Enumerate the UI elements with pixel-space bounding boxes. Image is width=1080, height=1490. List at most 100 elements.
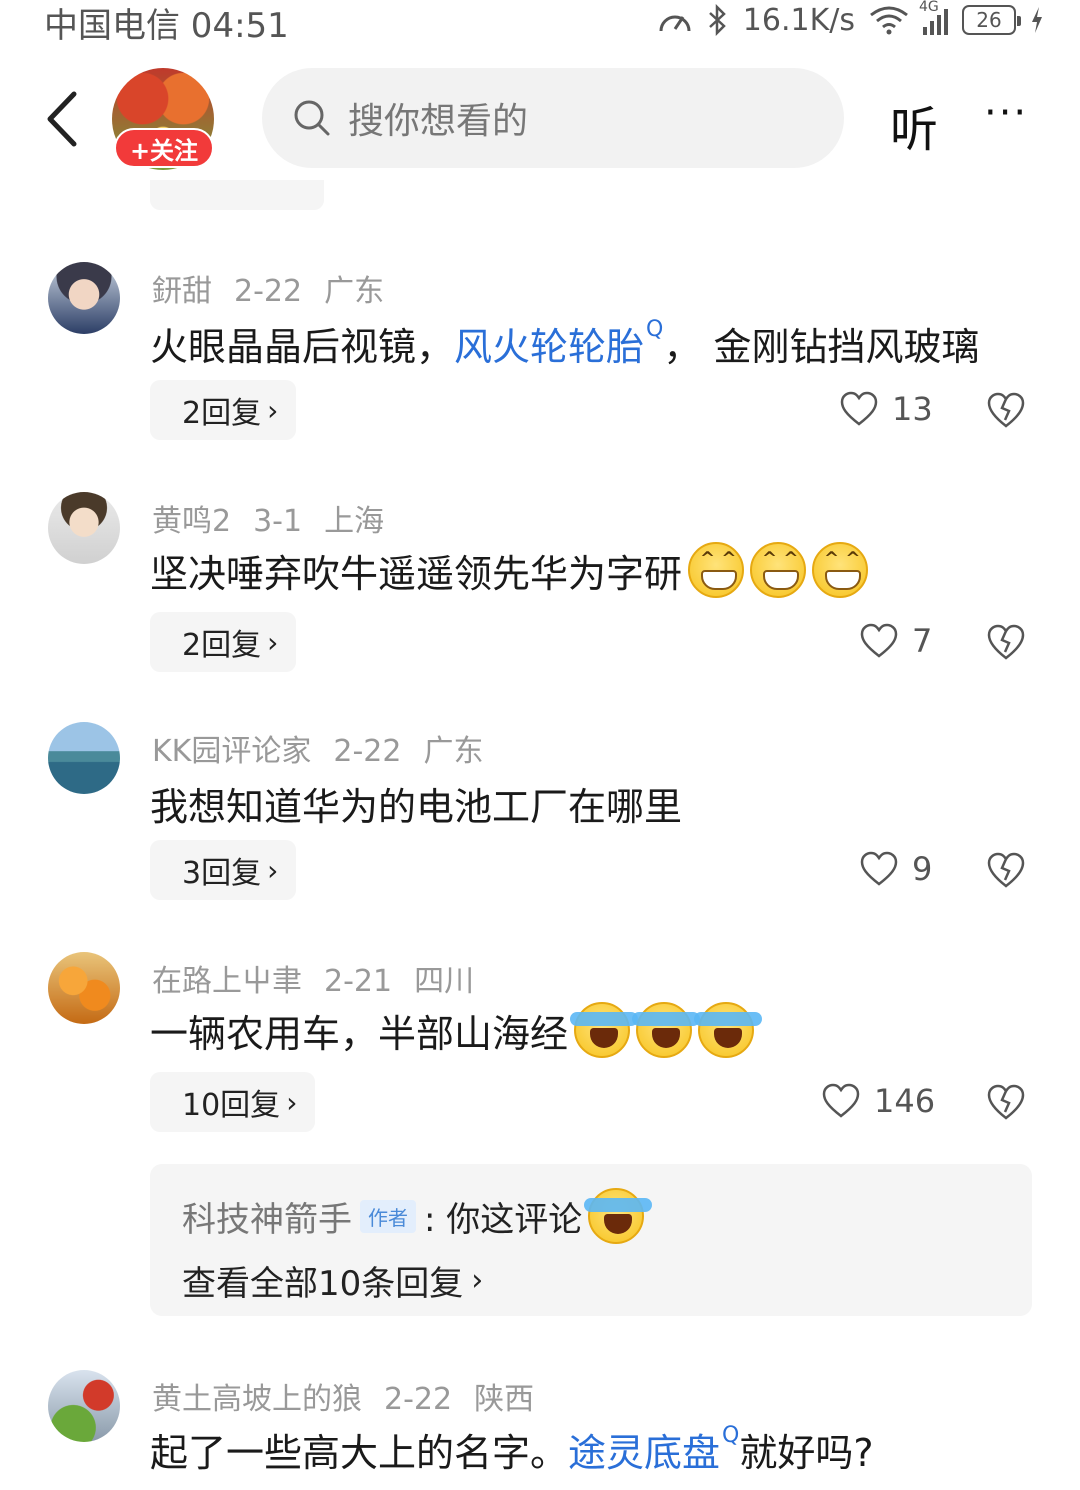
network-speed: 16.1K/s [742, 2, 855, 38]
search-icon [294, 100, 330, 136]
comment-date: 3-1 [253, 504, 303, 539]
comment-text-part: 坚决唾弃吹牛遥遥领先华为字研 [150, 551, 683, 596]
comment-text: 起了一些高大上的名字。 途灵底盘 Q 就好吗? [150, 1422, 874, 1477]
dislike-heart-icon[interactable] [986, 850, 1026, 890]
comment-text-part: 就好吗? [739, 1431, 874, 1475]
charging-icon [1032, 7, 1042, 33]
comment-text-part: 一辆农用车，半部山海经 [150, 1011, 569, 1056]
comment-meta: KK园评论家 2-22 广东 [152, 726, 505, 770]
laugh-cry-emoji-icon [694, 1002, 763, 1058]
follow-button[interactable]: +关注 [114, 128, 214, 168]
search-input[interactable]: 搜你想看的 [262, 68, 844, 168]
comment-date: 2-22 [234, 274, 303, 309]
reply-author[interactable]: 科技神箭手 [182, 1192, 352, 1241]
view-all-label: 查看全部10条回复 [182, 1264, 464, 1304]
previous-reply-chip[interactable] [150, 180, 324, 210]
avatar[interactable] [48, 952, 120, 1024]
comment-meta: 黄土高坡上的狼 2-22 陕西 [152, 1374, 556, 1418]
status-icons: 16.1K/s 4G 26 [657, 0, 1044, 40]
avatar[interactable] [48, 722, 120, 794]
replies-count: 2回复 [182, 396, 262, 431]
like-count: 7 [912, 622, 933, 660]
comment-location: 广东 [423, 734, 484, 769]
carrier-time: 中国电信 04:51 [44, 6, 289, 46]
view-all-replies-link[interactable]: 查看全部10条回复 › [182, 1256, 483, 1305]
grin-emoji-icon [812, 542, 869, 598]
signal-icon: 4G [919, 0, 948, 35]
replies-count: 10回复 [182, 1088, 281, 1123]
heart-icon [840, 391, 878, 426]
search-link-marker: Q [722, 1423, 740, 1448]
grin-emoji-icon [688, 542, 745, 598]
username[interactable]: 黄土高坡上的狼 [152, 1382, 362, 1417]
like-button[interactable]: 146 [822, 1082, 935, 1120]
search-placeholder: 搜你想看的 [348, 101, 529, 142]
comment-text: 坚决唾弃吹牛遥遥领先华为字研 [150, 542, 869, 598]
username[interactable]: 黄鸣2 [152, 504, 231, 539]
comment-meta: 在路上屮聿 2-21 四川 [152, 956, 496, 1000]
replies-button[interactable]: 2回复 › [150, 380, 297, 440]
chevron-right-icon: › [286, 1085, 298, 1119]
comment-text: 火眼晶晶后视镜， 风火轮轮胎 Q ， 金刚钻挡风玻璃 [150, 316, 979, 371]
top-bar: +关注 搜你想看的 听 ··· [0, 60, 1080, 180]
grin-emoji-icon [750, 542, 807, 598]
like-count: 13 [892, 390, 933, 428]
bluetooth-icon [708, 4, 726, 36]
back-arrow-icon[interactable] [40, 88, 90, 150]
more-menu-button[interactable]: ··· [984, 90, 1028, 136]
laugh-cry-emoji-icon [632, 1002, 701, 1058]
battery-level: 26 [976, 8, 1002, 32]
signal-label: 4G [919, 0, 939, 15]
username[interactable]: KK园评论家 [152, 734, 311, 769]
scrolled-previous-row [150, 180, 1050, 212]
comment-location: 陕西 [474, 1382, 535, 1417]
comment-date: 2-22 [333, 734, 402, 769]
username[interactable]: 在路上屮聿 [152, 964, 302, 999]
dislike-heart-icon[interactable] [986, 1082, 1026, 1122]
chevron-right-icon: › [267, 625, 279, 659]
status-bar: 中国电信 04:51 16.1K/s 4G 26 [0, 0, 1080, 46]
avatar[interactable] [48, 1370, 120, 1442]
author-badge: 作者 [360, 1199, 416, 1233]
replies-count: 3回复 [182, 856, 262, 891]
reply-text: : 你这评论 [424, 1199, 583, 1240]
comment-text-part: 我想知道华为的电池工厂在哪里 [150, 785, 683, 829]
search-link-marker: Q [646, 317, 664, 342]
chevron-right-icon: › [471, 1263, 484, 1298]
like-button[interactable]: 9 [860, 850, 932, 888]
comment-text-part: 起了一些高大上的名字。 [150, 1431, 569, 1475]
comment-date: 2-22 [384, 1382, 453, 1417]
reply-preview-box[interactable]: 科技神箭手 作者 : 你这评论 查看全部10条回复 › [150, 1164, 1032, 1316]
like-count: 146 [874, 1082, 936, 1120]
laugh-cry-emoji-icon [584, 1188, 653, 1244]
replies-button[interactable]: 2回复 › [150, 612, 297, 672]
comment-location: 上海 [324, 504, 385, 539]
replies-button[interactable]: 10回复 › [150, 1072, 316, 1132]
comment-meta: 黄鸣2 3-1 上海 [152, 496, 406, 540]
comment-text: 我想知道华为的电池工厂在哪里 [150, 776, 682, 831]
listen-button[interactable]: 听 [890, 90, 938, 160]
dislike-heart-icon[interactable] [986, 390, 1026, 430]
like-button[interactable]: 13 [840, 390, 933, 428]
chevron-right-icon: › [267, 853, 279, 887]
comment-date: 2-21 [324, 964, 393, 999]
heart-icon [822, 1083, 860, 1118]
heart-icon [860, 851, 898, 886]
comment-meta: 鈃甜 2-22 广东 [152, 266, 406, 310]
topic-link[interactable]: 风火轮轮胎 [454, 316, 644, 371]
replies-count: 2回复 [182, 628, 262, 663]
chevron-right-icon: › [267, 393, 279, 427]
heart-icon [860, 623, 898, 658]
topic-link[interactable]: 途灵底盘 [568, 1422, 720, 1477]
dislike-heart-icon[interactable] [986, 622, 1026, 662]
comment-location: 广东 [324, 274, 385, 309]
battery-icon: 26 [962, 5, 1021, 35]
avatar[interactable] [48, 262, 120, 334]
reply-preview: 科技神箭手 作者 : 你这评论 [182, 1188, 653, 1244]
replies-button[interactable]: 3回复 › [150, 840, 297, 900]
username[interactable]: 鈃甜 [152, 274, 212, 309]
wifi-icon [870, 6, 908, 35]
avatar[interactable] [48, 492, 120, 564]
like-button[interactable]: 7 [860, 622, 932, 660]
comment-location: 四川 [414, 964, 475, 999]
